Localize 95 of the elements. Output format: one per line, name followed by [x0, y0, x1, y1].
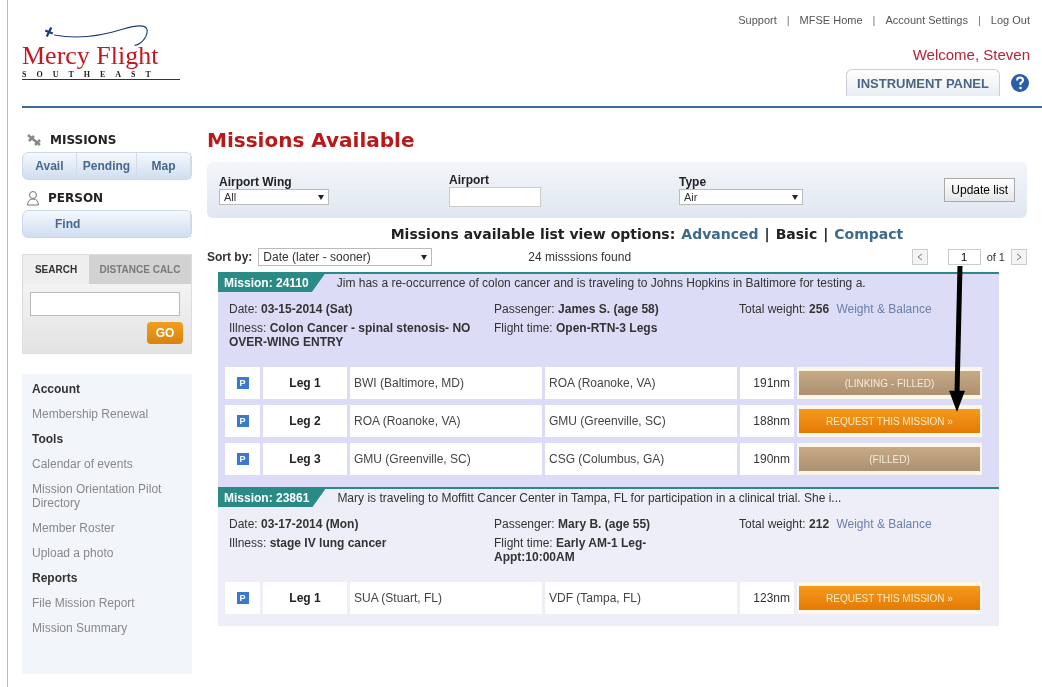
view-options-label: Missions available list view options: — [390, 226, 676, 242]
origin-airport-cell: BWI (Baltimore, MD) — [350, 367, 542, 399]
destination-airport-cell: ROA (Roanoke, VA) — [545, 367, 737, 399]
filter-label: Type — [679, 175, 708, 189]
distance-cell: 190nm — [740, 443, 794, 475]
filter-label: Airport — [449, 173, 490, 187]
filter-label: Airport Wing — [219, 175, 293, 189]
distance-cell: 123nm — [740, 582, 794, 614]
search-field[interactable] — [30, 292, 180, 316]
missions-tab[interactable]: Map — [137, 153, 191, 179]
sidebar-link[interactable]: Member Roster — [32, 521, 182, 535]
sidebar-link[interactable]: Upload a photo — [32, 546, 182, 560]
search-panel-tab[interactable]: SEARCH — [23, 255, 89, 284]
destination-airport-cell: CSG (Columbus, GA) — [545, 443, 737, 475]
sort-dropdown[interactable]: Date (later - sooner) — [258, 248, 433, 266]
update-list-button[interactable]: Update list — [944, 178, 1015, 202]
origin-airport-cell: ROA (Roanoke, VA) — [350, 405, 542, 437]
page-number-field[interactable]: 1 — [947, 249, 981, 265]
origin-airport-cell: SUA (Stuart, FL) — [350, 582, 542, 614]
top-nav-link[interactable]: Account Settings — [885, 14, 968, 26]
filter-dropdown[interactable]: All — [219, 189, 329, 205]
airport-field[interactable] — [449, 187, 541, 207]
leg-number-cell: Leg 1 — [263, 367, 347, 399]
leg-badge: P — [236, 453, 249, 465]
mission-passenger: Passenger: Mary B. (age 55) — [494, 517, 652, 531]
view-option-link[interactable]: Advanced — [681, 226, 759, 242]
distance-cell: 188nm — [740, 405, 794, 437]
chevron-right-icon — [1016, 253, 1022, 261]
leg-badge: P — [236, 415, 249, 427]
instrument-panel-tab[interactable]: INSTRUMENT PANEL — [846, 69, 1000, 96]
tools-icon — [26, 133, 42, 147]
page-title: Missions Available — [207, 128, 416, 152]
leg-number-cell: Leg 3 — [263, 443, 347, 475]
help-icon[interactable] — [1010, 72, 1030, 93]
missions-tab[interactable]: Avail — [23, 153, 77, 179]
sidebar-heading: Tools — [32, 432, 65, 446]
find-tab[interactable]: Find — [23, 211, 191, 237]
view-option-link[interactable]: Compact — [834, 226, 904, 242]
weight-balance-link[interactable]: Weight & Balance — [836, 302, 932, 316]
mission-date: Date: 03-15-2014 (Sat) — [229, 302, 354, 316]
filter-dropdown[interactable]: Air — [679, 189, 803, 205]
link-separator: | — [786, 14, 790, 26]
link-separator: | — [872, 14, 876, 26]
mission-flight-time: Flight time: Open-RTN-3 Legs — [494, 321, 659, 335]
dropdown-arrow-icon — [318, 194, 324, 200]
mission-summary: Mary is traveling to Moffitt Cancer Center in Tampa, FL for participation in a clinical trial. She i... — [337, 491, 842, 505]
sidebar-link[interactable]: Mission Orientation Pilot Directory — [32, 482, 182, 510]
page-count: of 1 — [986, 251, 1005, 263]
distance-cell: 191nm — [740, 367, 794, 399]
sidebar-link[interactable]: File Mission Report — [32, 596, 182, 610]
top-nav-link[interactable]: MFSE Home — [799, 14, 863, 26]
sidebar-heading: Account — [32, 382, 81, 396]
sidebar-link[interactable]: Calendar of events — [32, 457, 182, 471]
previous-page-button[interactable] — [911, 249, 928, 265]
welcome-text: Welcome, Steven — [912, 46, 1030, 63]
missions-tab[interactable]: Pending — [76, 153, 138, 179]
view-separator: | — [823, 226, 829, 242]
destination-airport-cell: GMU (Greenville, SC) — [545, 405, 737, 437]
mission-illness: Illness: stage IV lung cancer — [229, 536, 388, 550]
weight-balance-link[interactable]: Weight & Balance — [836, 517, 932, 531]
section-heading: MISSIONS — [50, 133, 117, 147]
dropdown-arrow-icon — [421, 254, 428, 260]
person-icon — [26, 190, 40, 206]
mercy-flight-logo[interactable]: Mercy Flight SOUTHEAST — [22, 20, 192, 80]
go-button[interactable]: GO — [147, 322, 183, 344]
leg-number-cell: Leg 1 — [263, 582, 347, 614]
section-heading: PERSON — [48, 191, 104, 205]
top-nav-link[interactable]: Support — [738, 14, 777, 26]
sort-label: Sort by: — [207, 250, 253, 264]
mission-date: Date: 03-17-2014 (Mon) — [229, 517, 360, 531]
top-nav-link[interactable]: Log Out — [990, 14, 1030, 26]
mission-summary: Jim has a re-occurrence of colon cancer and is traveling to Johns Hopkins in Baltimore for testing a. — [336, 276, 866, 290]
destination-airport-cell: VDF (Tampa, FL) — [545, 582, 737, 614]
mission-passenger: Passenger: James S. (age 58) — [494, 302, 660, 316]
sidebar-link[interactable]: Mission Summary — [32, 621, 182, 635]
leg-number-cell: Leg 2 — [263, 405, 347, 437]
mission-illness: Illness: Colon Cancer - spinal stenosis- NO OVER-WING ENTRY — [229, 321, 472, 349]
search-panel-tab[interactable]: DISTANCE CALC — [89, 255, 191, 284]
mission-number-tag[interactable]: Mission: 23861 — [218, 489, 326, 507]
chevron-left-icon — [916, 253, 923, 261]
dropdown-arrow-icon — [792, 194, 798, 200]
origin-airport-cell: GMU (Greenville, SC) — [350, 443, 542, 475]
sidebar-heading: Reports — [32, 571, 79, 585]
mission-flight-time: Flight time: Early AM-1 Leg-Appt:10:00AM — [494, 536, 648, 564]
mission-weight: Total weight: 256 — [739, 302, 830, 316]
view-option-link[interactable]: Basic — [775, 226, 818, 242]
mission-weight: Total weight: 212 — [739, 517, 830, 531]
next-page-button[interactable] — [1011, 249, 1027, 265]
missions-count: 24 misssions found — [528, 250, 632, 264]
sidebar-link[interactable]: Membership Renewal — [32, 407, 182, 421]
leg-badge: P — [236, 377, 249, 389]
mission-number-tag[interactable]: Mission: 24110 — [218, 274, 325, 292]
view-separator: | — [764, 226, 770, 242]
link-separator: | — [978, 14, 981, 26]
leg-badge: P — [236, 592, 249, 604]
